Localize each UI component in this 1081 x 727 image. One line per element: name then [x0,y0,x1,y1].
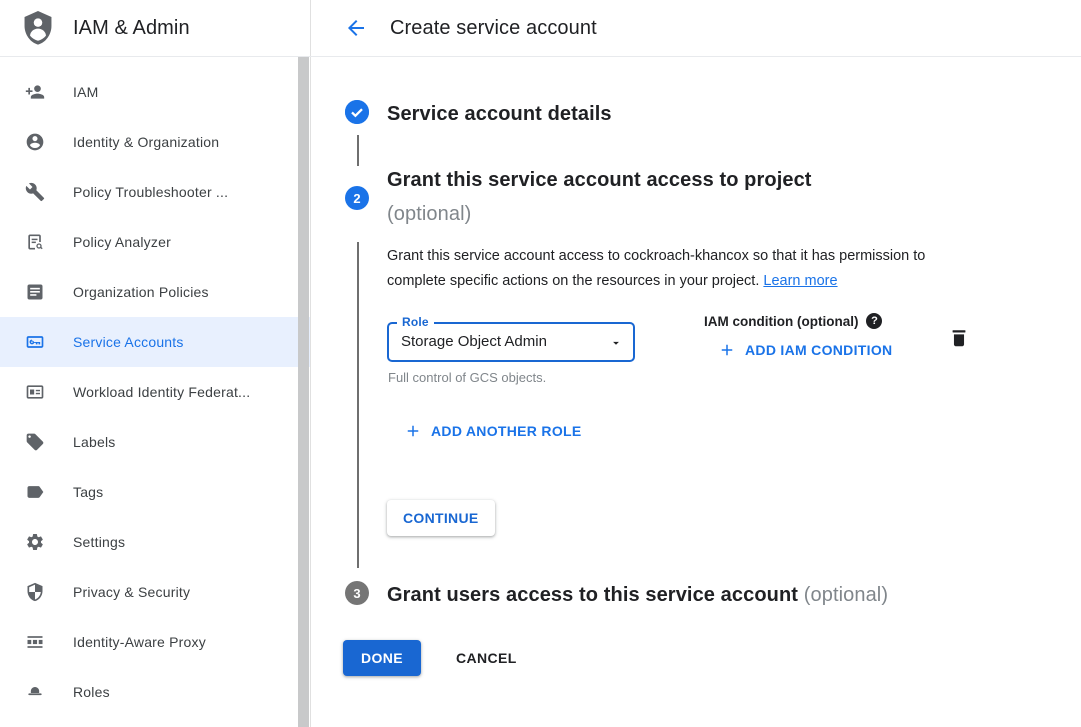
role-field-label: Role [397,315,434,329]
plus-icon [404,422,422,440]
step3-optional-label: (optional) [804,584,888,606]
role-helper-text: Full control of GCS objects. [388,370,546,385]
roles-hat-icon [25,682,45,702]
role-select[interactable]: Role Storage Object Admin [387,322,635,362]
role-selected-value: Storage Object Admin [389,324,633,360]
service-account-key-icon [25,332,45,352]
add-another-role-button[interactable]: ADD ANOTHER ROLE [404,422,582,440]
page-title: Create service account [390,17,597,40]
sidebar-item-organization-policies[interactable]: Organization Policies [0,267,310,317]
product-title: IAM & Admin [73,17,190,40]
step2-description: Grant this service account access to coc… [387,244,983,294]
sidebar-item-roles[interactable]: Roles [0,667,310,717]
sidebar-item-iam[interactable]: IAM [0,67,310,117]
sidebar-item-service-accounts[interactable]: Service Accounts [0,317,310,367]
continue-button[interactable]: CONTINUE [387,500,495,536]
step3-number-badge: 3 [345,581,369,605]
sidebar-item-identity-organization[interactable]: Identity & Organization [0,117,310,167]
step2-number: 2 [353,191,360,206]
app-header: IAM & Admin Create service account [0,0,1081,57]
sidebar-item-settings[interactable]: Settings [0,517,310,567]
document-lines-icon [25,282,45,302]
step3-title-text: Grant users access to this service accou… [387,584,798,606]
sidebar-nav: IAM Identity & Organization Policy Troub… [0,57,311,727]
tag-arrow-icon [25,482,45,502]
step3-number: 3 [353,586,360,601]
step2-optional-label: (optional) [387,203,471,226]
plus-icon [718,341,736,359]
sidebar-item-policy-analyzer[interactable]: Policy Analyzer [0,217,310,267]
page-header: Create service account [311,0,1081,56]
sidebar-item-tags[interactable]: Tags [0,467,310,517]
proxy-icon [25,632,45,652]
step2-number-badge: 2 [345,186,369,210]
back-arrow-icon[interactable] [344,16,368,40]
sidebar-item-workload-identity-federat[interactable]: Workload Identity Federat... [0,367,310,417]
iam-condition-label: IAM condition (optional) [704,314,858,329]
add-iam-condition-label: ADD IAM CONDITION [745,342,892,358]
sidebar-item-identity-aware-proxy[interactable]: Identity-Aware Proxy [0,617,310,667]
sidebar-item-labels[interactable]: Labels [0,417,310,467]
sidebar-scrollbar[interactable] [298,57,309,727]
sidebar-item-privacy-security[interactable]: Privacy & Security [0,567,310,617]
add-another-role-label: ADD ANOTHER ROLE [431,423,582,439]
step-connector [357,135,359,166]
product-header: IAM & Admin [0,0,311,56]
wrench-icon [25,182,45,202]
step2-description-text: Grant this service account access to coc… [387,248,925,289]
account-circle-icon [25,132,45,152]
cancel-button[interactable]: CANCEL [444,640,529,676]
step1-check-circle-icon [345,100,369,124]
learn-more-link[interactable]: Learn more [763,273,837,289]
gear-icon [25,532,45,552]
chevron-down-icon [609,336,623,350]
iam-condition-header: IAM condition (optional) ? [704,313,882,329]
iam-shield-icon [21,7,55,49]
question-circle-icon[interactable]: ? [866,313,882,329]
step2-title: Grant this service account access to pro… [387,169,812,192]
add-iam-condition-button[interactable]: ADD IAM CONDITION [718,341,892,359]
trash-icon[interactable] [948,327,970,349]
shield-half-icon [25,582,45,602]
sidebar-item-policy-troubleshooter[interactable]: Policy Troubleshooter ... [0,167,310,217]
sidebar-items: IAM Identity & Organization Policy Troub… [0,67,310,717]
person-add-icon [25,82,45,102]
step-connector [357,242,359,568]
create-service-account-form: Service account details 2 Grant this ser… [311,57,1081,727]
policy-analyzer-icon [25,232,45,252]
gcp-console-screen: IAM & Admin Create service account IAM I… [0,0,1081,727]
id-card-icon [25,382,45,402]
done-button[interactable]: DONE [343,640,421,676]
step3-title: Grant users access to this service accou… [387,584,888,607]
step1-title: Service account details [387,103,612,126]
label-tag-icon [25,432,45,452]
